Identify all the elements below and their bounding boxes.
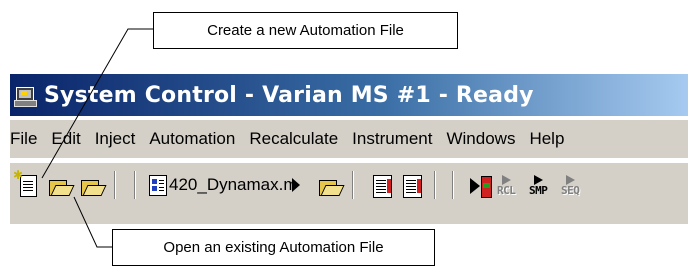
- edit-method-button[interactable]: [368, 171, 396, 201]
- automation-file-icon: [149, 175, 167, 196]
- menu-inject[interactable]: Inject: [95, 129, 136, 149]
- window-title: System Control - Varian MS #1 - Ready: [44, 82, 534, 108]
- menu-instrument[interactable]: Instrument: [352, 129, 432, 149]
- open-folder-icon: [319, 178, 345, 196]
- sample-icon: SMP: [529, 175, 557, 199]
- open-automation-file-button[interactable]: [46, 171, 75, 201]
- run-button[interactable]: [466, 171, 494, 201]
- callout-create-new: Create a new Automation File: [153, 12, 458, 49]
- view-method-button[interactable]: [398, 171, 426, 201]
- open-folder-icon: [81, 178, 107, 196]
- callout-create-new-text: Create a new Automation File: [207, 22, 404, 39]
- toolbar-separator: [434, 171, 436, 199]
- automation-file-selector[interactable]: 420_Dynamax.mth: [147, 169, 317, 201]
- recalculate-icon: RCL: [497, 175, 525, 199]
- toolbar-separator: [114, 171, 116, 199]
- toolbar-separator: [452, 171, 454, 199]
- menu-windows[interactable]: Windows: [446, 129, 515, 149]
- title-bar[interactable]: System Control - Varian MS #1 - Ready: [10, 74, 688, 116]
- system-control-window: System Control - Varian MS #1 - Ready Fi…: [10, 74, 688, 224]
- toolbar: 420_Dynamax.mth RCL SMP SEQ: [10, 162, 688, 224]
- rcl-button[interactable]: RCL: [496, 171, 524, 201]
- system-control-icon: [14, 84, 37, 107]
- callout-open-existing: Open an existing Automation File: [112, 229, 435, 266]
- menu-bar: File Edit Inject Automation Recalculate …: [10, 120, 688, 158]
- toolbar-separator: [352, 171, 354, 199]
- open-method-button[interactable]: [316, 171, 345, 201]
- callout-open-existing-text: Open an existing Automation File: [163, 239, 384, 256]
- dropdown-arrow-icon[interactable]: [292, 178, 300, 192]
- menu-file[interactable]: File: [10, 129, 37, 149]
- toolbar-separator: [134, 171, 136, 199]
- seq-button[interactable]: SEQ: [560, 171, 588, 201]
- rcl-label: RCL: [497, 184, 516, 197]
- menu-automation[interactable]: Automation: [149, 129, 235, 149]
- open-file-button[interactable]: [78, 171, 107, 201]
- new-document-icon: [13, 168, 37, 197]
- new-automation-file-button[interactable]: [13, 168, 42, 201]
- sequence-icon: SEQ: [561, 175, 589, 199]
- document-view-icon: [403, 175, 422, 198]
- automation-file-name: 420_Dynamax.mth: [169, 175, 294, 194]
- seq-label: SEQ: [561, 184, 580, 197]
- menu-edit[interactable]: Edit: [51, 129, 80, 149]
- menu-recalculate[interactable]: Recalculate: [249, 129, 338, 149]
- menu-help[interactable]: Help: [529, 129, 564, 149]
- document-edit-icon: [373, 175, 392, 198]
- smp-label: SMP: [529, 184, 548, 197]
- open-folder-icon: [49, 178, 75, 196]
- smp-button[interactable]: SMP: [528, 171, 556, 201]
